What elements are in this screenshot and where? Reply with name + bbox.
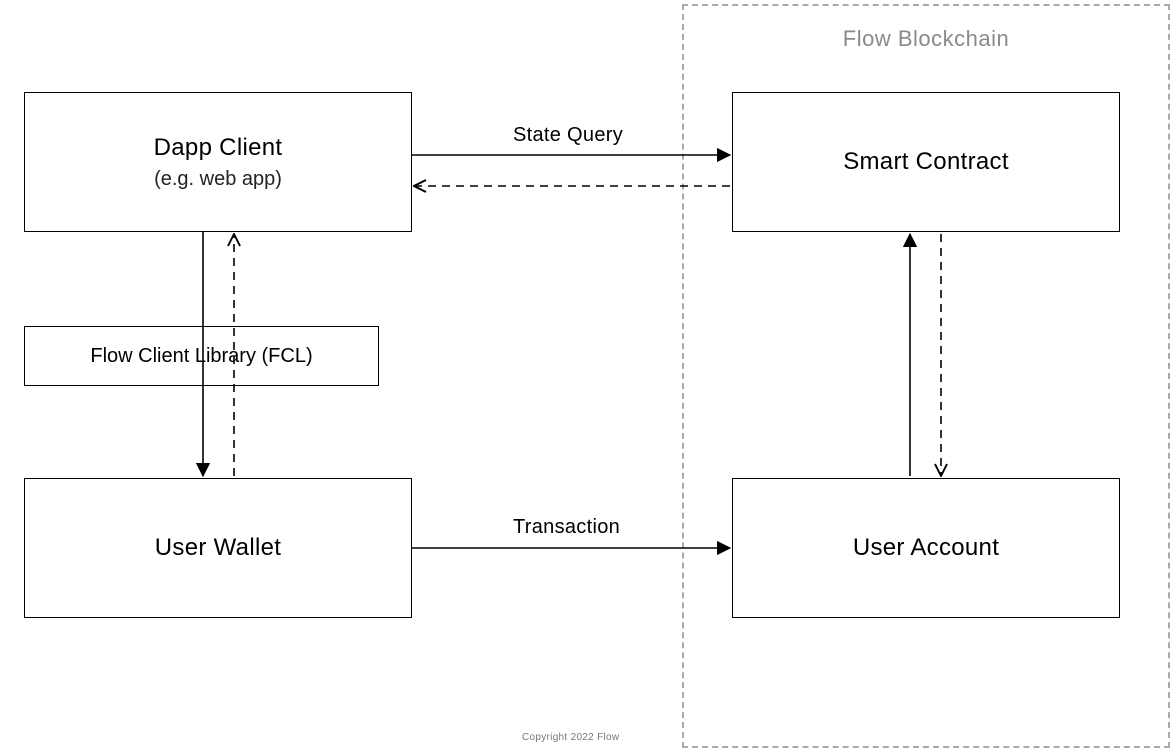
edge-label-transaction: Transaction (513, 516, 620, 539)
diagram-canvas: Flow Blockchain Dapp Client (e.g. web ap… (0, 0, 1176, 754)
smart-contract-title: Smart Contract (843, 148, 1009, 176)
flow-blockchain-label: Flow Blockchain (684, 26, 1168, 52)
dapp-client-title: Dapp Client (154, 134, 283, 162)
node-user-account: User Account (732, 478, 1120, 618)
node-fcl: Flow Client Library (FCL) (24, 326, 379, 386)
node-smart-contract: Smart Contract (732, 92, 1120, 232)
user-wallet-title: User Wallet (155, 534, 281, 562)
copyright-text: Copyright 2022 Flow (522, 732, 619, 743)
user-account-title: User Account (853, 534, 999, 562)
node-dapp-client: Dapp Client (e.g. web app) (24, 92, 412, 232)
edge-label-state-query: State Query (513, 124, 623, 147)
fcl-title: Flow Client Library (FCL) (90, 345, 312, 368)
dapp-client-subtitle: (e.g. web app) (154, 168, 282, 191)
node-user-wallet: User Wallet (24, 478, 412, 618)
